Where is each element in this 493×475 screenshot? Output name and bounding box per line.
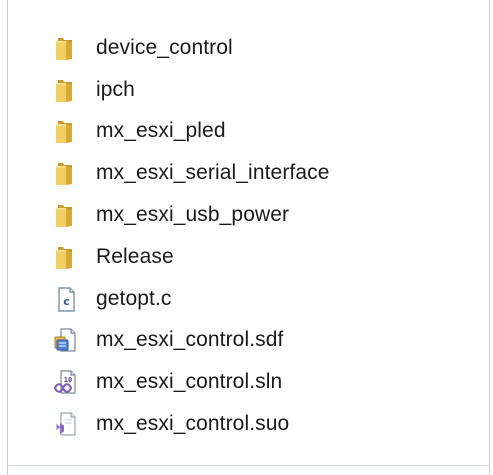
list-item-folder[interactable]: mx_esxi_serial_interface — [52, 152, 472, 194]
sdf-database-file-icon — [52, 326, 80, 354]
visual-studio-solution-icon: 10 — [52, 368, 80, 396]
file-name: getopt.c — [96, 286, 172, 310]
c-source-file-icon: c — [52, 285, 80, 313]
file-name: ipch — [96, 77, 135, 101]
list-item-folder[interactable]: ipch — [52, 69, 472, 111]
list-item-file[interactable]: 10 mx_esxi_control.sln — [52, 361, 472, 403]
list-item-file[interactable]: mx_esxi_control.sdf — [52, 320, 472, 362]
folder-icon — [52, 159, 80, 187]
pane-right-border — [489, 0, 490, 475]
file-list-pane: device_control ipch mx_esxi_pled mx_esxi… — [0, 0, 493, 475]
list-item-folder[interactable]: mx_esxi_usb_power — [52, 194, 472, 236]
list-item-folder[interactable]: device_control — [52, 27, 472, 69]
list-item-folder[interactable]: Release — [52, 236, 472, 278]
file-name: mx_esxi_pled — [96, 119, 226, 143]
folder-icon — [52, 117, 80, 145]
file-name: mx_esxi_control.suo — [96, 412, 290, 436]
list-item-folder[interactable]: mx_esxi_pled — [52, 111, 472, 153]
pane-left-border — [7, 0, 8, 475]
folder-icon — [52, 243, 80, 271]
folder-icon — [52, 201, 80, 229]
file-name: mx_esxi_serial_interface — [96, 161, 330, 185]
pane-bottom-border — [7, 465, 490, 466]
file-name: device_control — [96, 35, 233, 59]
folder-icon — [52, 76, 80, 104]
file-list: device_control ipch mx_esxi_pled mx_esxi… — [52, 27, 472, 445]
file-name: mx_esxi_control.sdf — [96, 328, 284, 352]
folder-icon — [52, 34, 80, 62]
svg-text:10: 10 — [64, 376, 72, 384]
file-name: mx_esxi_usb_power — [96, 203, 290, 227]
list-item-file[interactable]: c getopt.c — [52, 278, 472, 320]
visual-studio-options-file-icon — [52, 410, 80, 438]
svg-text:c: c — [63, 295, 70, 308]
file-name: mx_esxi_control.sln — [96, 370, 283, 394]
list-item-file[interactable]: mx_esxi_control.suo — [52, 403, 472, 445]
file-name: Release — [96, 244, 174, 268]
